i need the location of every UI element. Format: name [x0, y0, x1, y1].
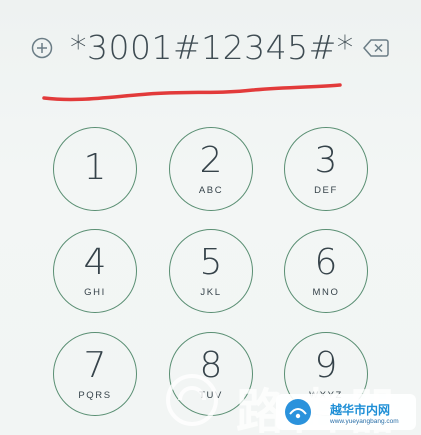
key-digit: 5	[199, 242, 223, 283]
key-8[interactable]: 8 TUV	[169, 332, 253, 416]
key-letters: TUV	[199, 390, 223, 401]
key-1[interactable]: 1	[53, 127, 137, 211]
dialed-number-display[interactable]: *3001#12345#*	[70, 26, 354, 70]
key-digit: 4	[83, 242, 107, 283]
key-letters: PQRS	[78, 390, 112, 401]
key-digit: 8	[199, 345, 223, 386]
key-3[interactable]: 3 DEF	[284, 127, 368, 211]
key-digit: 7	[83, 345, 107, 386]
key-digit: 3	[314, 140, 338, 181]
key-9[interactable]: 9 WXYZ	[284, 332, 368, 416]
key-4[interactable]: 4 GHI	[53, 229, 137, 313]
key-letters: GHI	[84, 287, 106, 298]
key-digit: 1	[83, 147, 107, 188]
key-digit: 2	[199, 140, 223, 181]
key-6[interactable]: 6 MNO	[284, 229, 368, 313]
key-5[interactable]: 5 JKL	[169, 229, 253, 313]
key-letters: MNO	[312, 287, 340, 298]
key-digit: 9	[314, 345, 338, 386]
key-2[interactable]: 2 ABC	[169, 127, 253, 211]
key-7[interactable]: 7 PQRS	[53, 332, 137, 416]
watermark-site-url: www.yueyangbang.com	[330, 418, 399, 425]
key-letters: DEF	[314, 185, 338, 196]
key-letters: WXYZ	[309, 390, 343, 401]
dialer-screen: *3001#12345#* 1 2 ABC 3 DEF 4 GHI 5 JKL …	[0, 0, 421, 435]
backspace-icon[interactable]	[362, 36, 390, 60]
add-contact-icon[interactable]	[30, 36, 54, 60]
key-letters: JKL	[200, 287, 222, 298]
red-underline-annotation	[42, 83, 342, 102]
key-letters: ABC	[198, 185, 224, 196]
key-digit: 6	[314, 242, 338, 283]
